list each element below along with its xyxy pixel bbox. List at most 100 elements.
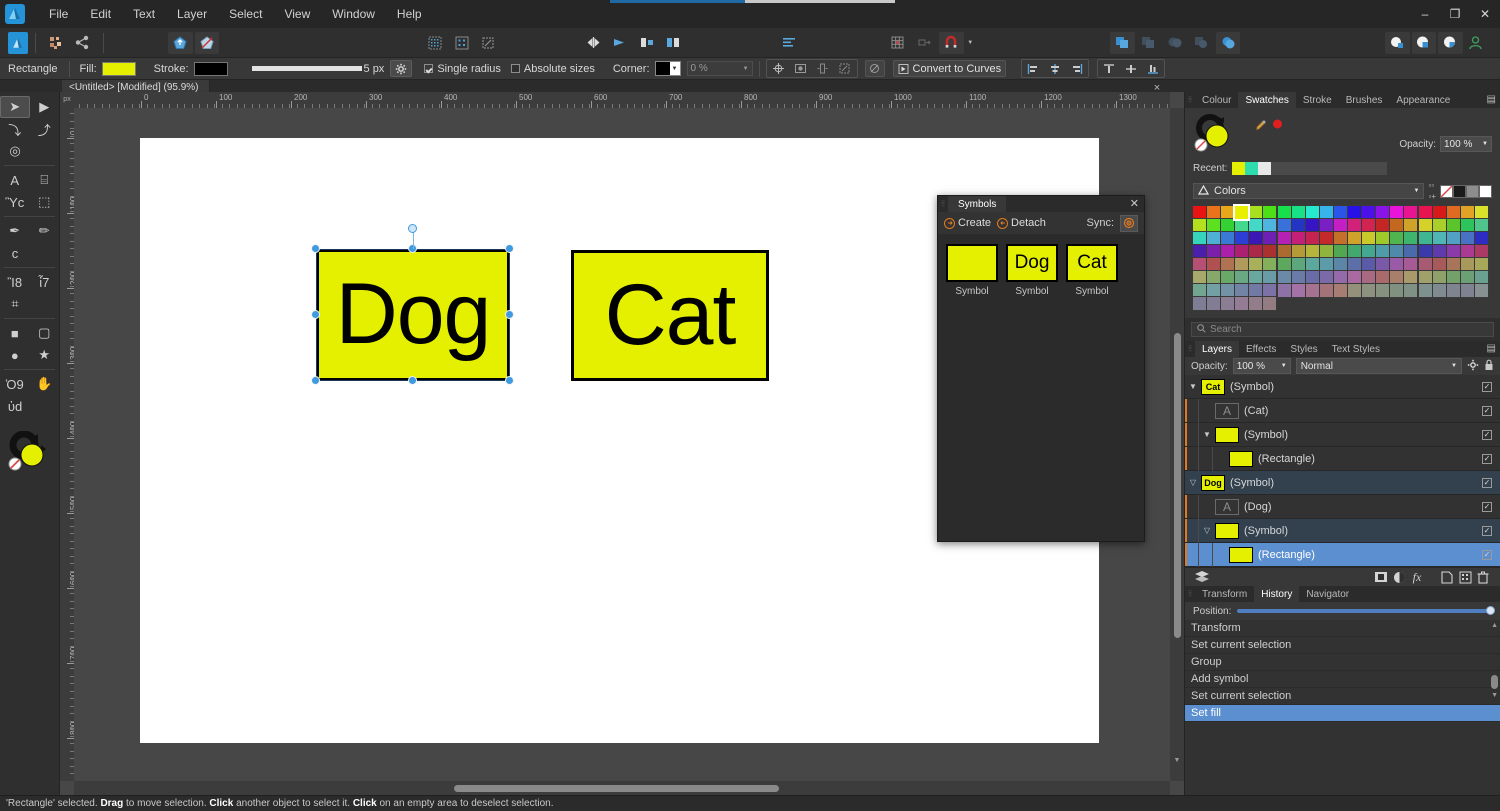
palette-swatch[interactable]: [1320, 258, 1333, 271]
palette-swatch[interactable]: [1292, 206, 1305, 219]
align-center-icon[interactable]: [1045, 60, 1065, 77]
chevron-down-icon[interactable]: ▼: [1482, 141, 1488, 147]
mode-color-swatch[interactable]: [1466, 185, 1479, 198]
palette-swatch[interactable]: [1475, 245, 1488, 258]
palette-swatch[interactable]: [1447, 206, 1460, 219]
palette-swatch[interactable]: [1376, 206, 1389, 219]
tab-brushes[interactable]: Brushes: [1339, 92, 1390, 108]
reset-bounds-icon[interactable]: [865, 60, 885, 77]
current-color-dot[interactable]: [1271, 119, 1284, 135]
palette-swatch[interactable]: [1278, 284, 1291, 297]
tab-history[interactable]: History: [1254, 586, 1299, 602]
history-entry-set-selection-2[interactable]: Set current selection: [1185, 688, 1500, 705]
pen-tool[interactable]: ✒: [0, 220, 30, 242]
resize-handle[interactable]: [408, 376, 417, 385]
palette-swatch[interactable]: [1334, 232, 1347, 245]
layer-effects-icon[interactable]: fx: [1408, 569, 1426, 585]
palette-swatch[interactable]: [1334, 284, 1347, 297]
chevron-down-icon[interactable]: ▼: [1451, 363, 1457, 369]
history-entry-transform[interactable]: Transform: [1185, 620, 1500, 637]
color-picker-tool[interactable]: Ὀ9: [0, 373, 30, 395]
palette-swatch[interactable]: [1292, 232, 1305, 245]
palette-swatch[interactable]: [1475, 206, 1488, 219]
symbol-thumb-rectangle[interactable]: Symbol: [946, 244, 998, 297]
distribute-icon[interactable]: [813, 60, 833, 77]
palette-add-icon[interactable]: ▫+: [1428, 192, 1436, 201]
stroke-swatch-button[interactable]: [194, 62, 228, 76]
pencil-tool[interactable]: ✏: [30, 220, 60, 242]
boolean-subtract-icon[interactable]: [1137, 32, 1161, 54]
gear-icon[interactable]: [1467, 359, 1479, 374]
palette-swatch[interactable]: [1207, 284, 1220, 297]
palette-swatch[interactable]: [1207, 232, 1220, 245]
resize-handle[interactable]: [505, 244, 514, 253]
crop-tool[interactable]: ⌗: [0, 293, 30, 315]
stroke-width-slider[interactable]: [252, 62, 362, 76]
point-transform-tool[interactable]: ⤴: [30, 118, 60, 140]
history-scrollbar-thumb[interactable]: [1491, 675, 1498, 689]
snapping-candidates-icon[interactable]: [913, 32, 937, 54]
palette-swatch[interactable]: [1193, 232, 1206, 245]
palette-swatch[interactable]: [1390, 258, 1403, 271]
palette-swatch[interactable]: [1348, 271, 1361, 284]
palette-swatch[interactable]: [1235, 206, 1248, 219]
tab-transform[interactable]: Transform: [1195, 586, 1254, 602]
menu-text[interactable]: Text: [122, 0, 166, 28]
layer-visibility-checkbox[interactable]: ✓: [1482, 430, 1492, 440]
palette-swatch[interactable]: [1263, 245, 1276, 258]
fill-stroke-selector[interactable]: [8, 431, 56, 475]
palette-swatch[interactable]: [1475, 219, 1488, 232]
palette-swatch[interactable]: [1193, 297, 1206, 310]
palette-swatch[interactable]: [1419, 245, 1432, 258]
boolean-xor-icon[interactable]: [1190, 32, 1214, 54]
palette-swatch[interactable]: [1334, 245, 1347, 258]
palette-swatch[interactable]: [1461, 232, 1474, 245]
expand-collapse-icon[interactable]: ▽: [1199, 526, 1215, 535]
lock-icon[interactable]: [1484, 359, 1494, 374]
artistic-text-tool[interactable]: A: [0, 169, 30, 191]
frame-text-tool[interactable]: ⌸: [30, 169, 60, 191]
palette-swatch[interactable]: [1475, 284, 1488, 297]
corner-radius-field[interactable]: 0 % ▼: [687, 61, 753, 76]
layer-opacity-field[interactable]: 100 % ▼: [1233, 358, 1291, 374]
menu-window[interactable]: Window: [321, 0, 386, 28]
palette-grid-icon[interactable]: ▫▫: [1428, 181, 1436, 190]
palette-swatch[interactable]: [1193, 219, 1206, 232]
align-left-icon[interactable]: [1023, 60, 1043, 77]
palette-swatch[interactable]: [1235, 271, 1248, 284]
gear-icon[interactable]: [390, 60, 412, 77]
picker-tools[interactable]: [1253, 114, 1284, 136]
palette-swatch[interactable]: [1207, 206, 1220, 219]
palette-swatch[interactable]: [1390, 271, 1403, 284]
layer-row-inner-symbol-2[interactable]: ▽ (Symbol) ✓: [1185, 519, 1500, 543]
rotate-right-icon[interactable]: [662, 32, 686, 54]
layer-visibility-checkbox[interactable]: ✓: [1482, 454, 1492, 464]
magnet-snapping-icon[interactable]: [939, 32, 963, 54]
panel-menu-icon[interactable]: ▤: [1487, 343, 1496, 354]
adjustment-layer-icon[interactable]: [1390, 569, 1408, 585]
palette-swatch[interactable]: [1461, 284, 1474, 297]
palette-swatch[interactable]: [1362, 258, 1375, 271]
menu-help[interactable]: Help: [386, 0, 433, 28]
palette-swatch[interactable]: [1278, 232, 1291, 245]
boolean-intersect-icon[interactable]: [1163, 32, 1187, 54]
menu-layer[interactable]: Layer: [166, 0, 218, 28]
palette-swatch[interactable]: [1419, 219, 1432, 232]
chevron-down-icon[interactable]: ▼: [1414, 188, 1420, 194]
symbol-thumbnail[interactable]: [946, 244, 998, 282]
mask-layer-icon[interactable]: [1372, 569, 1390, 585]
history-list[interactable]: Transform Set current selection Group Add s…: [1185, 620, 1500, 795]
move-selection-icon[interactable]: [835, 60, 855, 77]
palette-swatch[interactable]: [1193, 284, 1206, 297]
palette-swatch[interactable]: [1461, 271, 1474, 284]
pixel-persona-icon[interactable]: [44, 32, 68, 54]
tab-effects[interactable]: Effects: [1239, 341, 1283, 357]
palette-swatch[interactable]: [1348, 206, 1361, 219]
palette-swatch[interactable]: [1263, 297, 1276, 310]
palette-swatch[interactable]: [1221, 284, 1234, 297]
palette-swatch[interactable]: [1376, 219, 1389, 232]
expand-collapse-icon[interactable]: ▼: [1199, 430, 1215, 439]
expand-collapse-icon[interactable]: ▽: [1185, 478, 1201, 487]
palette-swatch[interactable]: [1475, 258, 1488, 271]
palette-swatch[interactable]: [1278, 245, 1291, 258]
